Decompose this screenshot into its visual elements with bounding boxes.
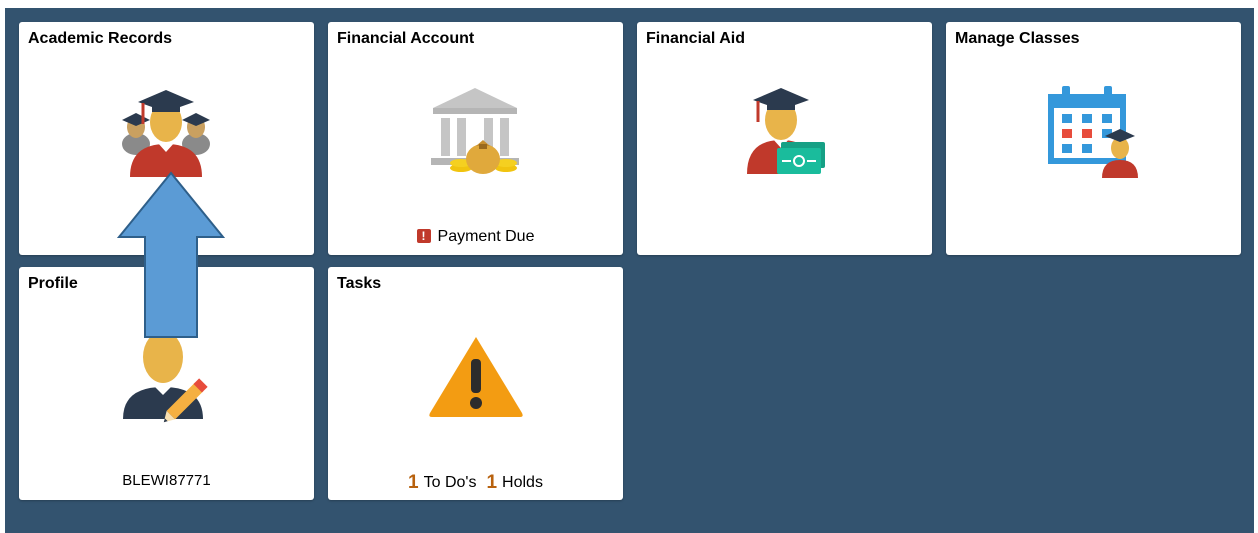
tile-title: Manage Classes bbox=[955, 30, 1080, 47]
holds-count: 1 bbox=[486, 472, 498, 493]
warning-triangle-icon bbox=[429, 337, 523, 417]
user-id: BLEWI87771 bbox=[122, 472, 211, 489]
tile-financial-aid[interactable]: Financial Aid bbox=[637, 22, 932, 255]
task-counts: 1 To Do's 1 Holds bbox=[328, 472, 623, 494]
tile-title: Academic Records bbox=[28, 30, 173, 47]
user-edit-pencil-icon bbox=[123, 331, 208, 423]
payment-status-text: Payment Due bbox=[437, 228, 535, 245]
tile-manage-classes[interactable]: Manage Classes bbox=[946, 22, 1241, 255]
up-arrow-icon bbox=[116, 171, 226, 338]
graduate-with-cash-icon bbox=[747, 88, 825, 174]
tile-financial-account[interactable]: Financial Account ! Payment Due bbox=[328, 22, 623, 255]
tile-title: Financial Account bbox=[337, 30, 475, 47]
tile-title: Financial Aid bbox=[646, 30, 745, 47]
todo-count: 1 bbox=[408, 472, 419, 493]
exclamation-icon: ! bbox=[416, 229, 431, 243]
bank-money-icon bbox=[431, 88, 519, 174]
calendar-student-icon bbox=[1048, 86, 1138, 178]
tile-title: Tasks bbox=[337, 275, 382, 292]
tile-tasks[interactable]: Tasks 1 To Do's 1 Holds bbox=[328, 267, 623, 500]
payment-status: ! Payment Due bbox=[328, 228, 623, 246]
tile-title: Profile bbox=[28, 275, 78, 292]
holds-label: Holds bbox=[502, 474, 543, 491]
dashboard-homepage: Academic Records Financial Account ! Pay… bbox=[5, 8, 1254, 533]
graduates-group-icon bbox=[122, 90, 210, 177]
todo-label: To Do's bbox=[423, 474, 477, 491]
